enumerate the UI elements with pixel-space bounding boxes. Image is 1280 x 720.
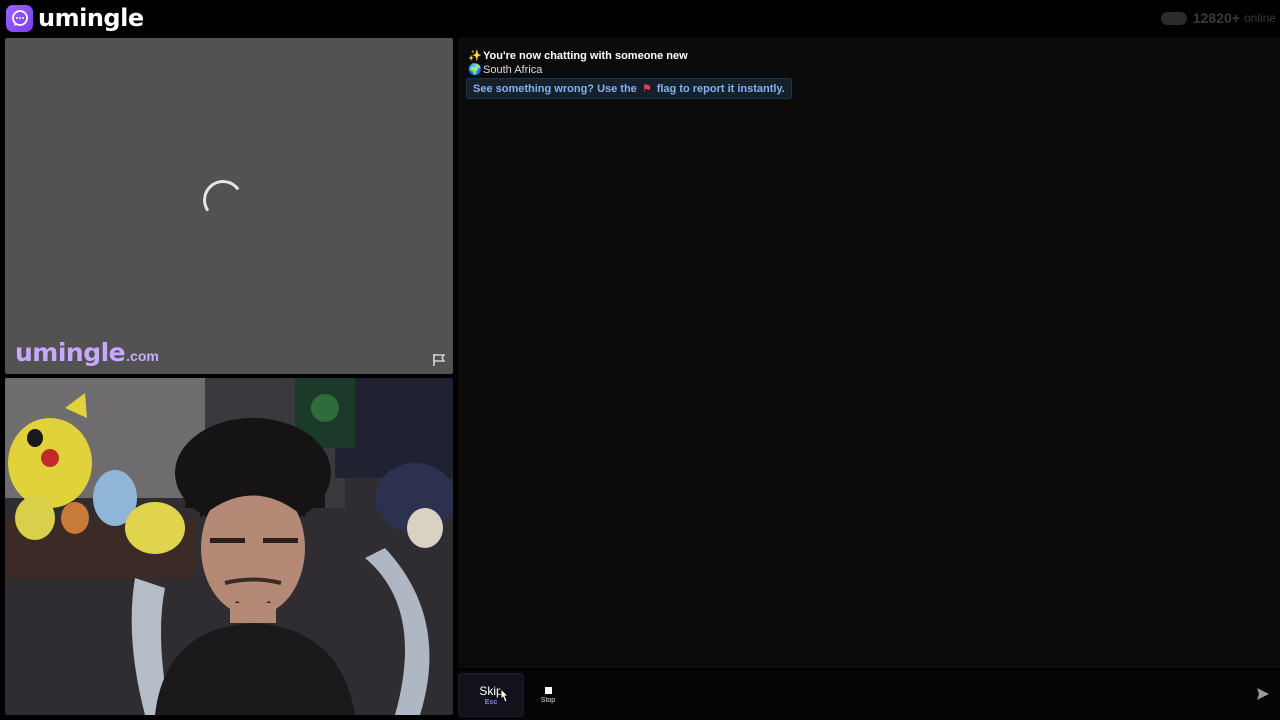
- country-line: 🌍South Africa: [468, 63, 542, 76]
- skip-button[interactable]: Skip Esc: [458, 673, 524, 717]
- stop-label: Stop: [540, 696, 556, 704]
- report-hint-prefix: See something wrong? Use the: [473, 82, 637, 95]
- watermark-domain: .com: [126, 348, 159, 364]
- watermark-name: umingle: [15, 338, 126, 367]
- camera-scene: [5, 378, 453, 715]
- message-input[interactable]: [576, 676, 1250, 714]
- globe-icon: 🌍: [468, 64, 482, 76]
- report-flag-icon[interactable]: [431, 352, 447, 368]
- online-toggle[interactable]: [1160, 11, 1187, 25]
- video-watermark: umingle .com: [15, 338, 159, 367]
- flag-icon: ⚑: [641, 83, 652, 95]
- chat-controls: Skip Esc Stop: [458, 670, 1280, 720]
- online-count: 12820+: [1192, 10, 1240, 26]
- brand-logo[interactable]: umingle: [6, 4, 144, 32]
- send-icon[interactable]: [1256, 687, 1270, 701]
- connected-text: You're now chatting with someone new: [483, 50, 688, 62]
- country-name: South Africa: [483, 64, 543, 76]
- mouse-cursor-icon: [498, 688, 510, 704]
- connected-message: ✨You're now chatting with someone new: [468, 49, 688, 62]
- stop-icon: [544, 686, 552, 694]
- online-status: 12820+ online: [1160, 10, 1276, 26]
- stop-button[interactable]: Stop: [530, 680, 566, 710]
- remote-video: umingle .com: [5, 38, 453, 374]
- local-video: [5, 378, 453, 715]
- skip-hint: Esc: [484, 699, 498, 706]
- top-header: umingle 12820+ online: [0, 0, 1280, 38]
- report-hint: See something wrong? Use the ⚑ flag to r…: [466, 78, 792, 99]
- sparkles-icon: ✨: [468, 50, 482, 62]
- report-hint-suffix: flag to report it instantly.: [656, 82, 785, 95]
- chat-panel: ✨You're now chatting with someone new 🌍S…: [458, 38, 1280, 668]
- online-label: online: [1243, 11, 1276, 25]
- chat-bubble-icon: [6, 4, 33, 32]
- brand-name: umingle: [38, 4, 144, 32]
- loading-spinner: [199, 176, 247, 224]
